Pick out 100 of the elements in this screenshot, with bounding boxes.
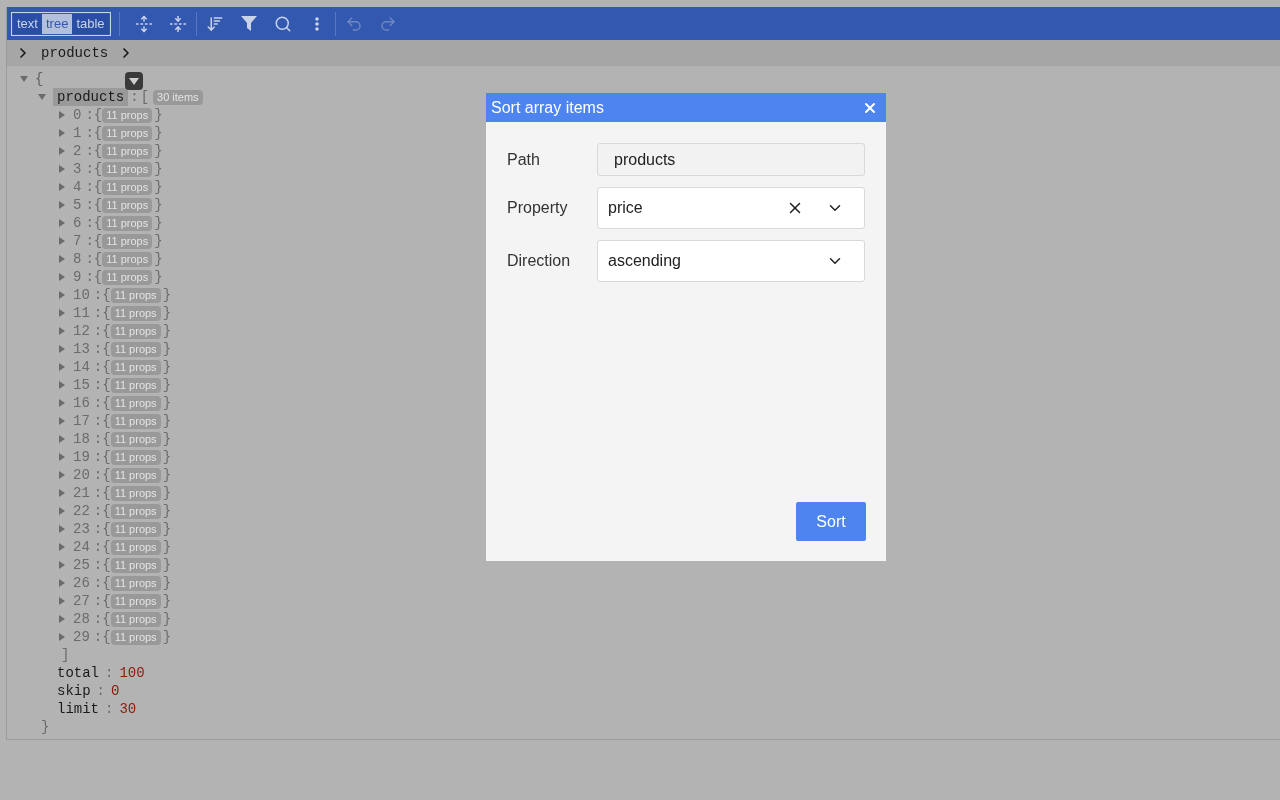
caret-right-icon[interactable] [57, 290, 67, 300]
props-count[interactable]: 11 props [110, 341, 161, 357]
caret-right-icon[interactable] [57, 542, 67, 552]
props-count[interactable]: 11 props [102, 125, 153, 141]
brace: { [102, 304, 111, 322]
array-index: 11 [73, 304, 90, 322]
tree-key[interactable]: limit [57, 700, 99, 718]
separator: : [93, 376, 103, 394]
caret-right-icon[interactable] [57, 308, 67, 318]
bracket: ] [61, 646, 70, 664]
caret-right-icon[interactable] [57, 380, 67, 390]
number-value[interactable]: 0 [111, 682, 120, 700]
caret-down-icon[interactable] [37, 92, 47, 102]
props-count[interactable]: 11 props [110, 377, 161, 393]
caret-right-icon[interactable] [57, 596, 67, 606]
select-field[interactable]: price [597, 187, 865, 229]
props-count[interactable]: 11 props [110, 575, 161, 591]
props-count[interactable]: 11 props [110, 611, 161, 627]
caret-right-icon[interactable] [57, 470, 67, 480]
separator: : [93, 502, 103, 520]
props-count[interactable]: 11 props [110, 593, 161, 609]
props-count[interactable]: 11 props [102, 197, 153, 213]
separator: : [93, 430, 103, 448]
caret-right-icon[interactable] [57, 344, 67, 354]
brace: } [154, 124, 163, 142]
tree-key[interactable]: skip [57, 682, 91, 700]
props-count[interactable]: 11 props [102, 233, 153, 249]
mode-tab[interactable]: table [72, 13, 109, 34]
tree-key[interactable]: total [57, 664, 99, 682]
brace: { [102, 466, 111, 484]
breadcrumb-item[interactable]: products [41, 42, 109, 64]
caret-right-icon[interactable] [57, 200, 67, 210]
caret-right-icon[interactable] [57, 326, 67, 336]
props-count[interactable]: 11 props [110, 323, 161, 339]
redo-icon [378, 14, 397, 33]
props-count[interactable]: 11 props [102, 107, 153, 123]
props-count[interactable]: 11 props [110, 287, 161, 303]
props-count[interactable]: 11 props [110, 413, 161, 429]
caret-right-icon[interactable] [57, 164, 67, 174]
caret-right-icon[interactable] [57, 452, 67, 462]
props-count[interactable]: 11 props [110, 359, 161, 375]
props-count[interactable]: 11 props [110, 485, 161, 501]
props-count[interactable]: 11 props [110, 395, 161, 411]
separator: : [93, 322, 103, 340]
caret-right-icon[interactable] [57, 218, 67, 228]
caret-right-icon[interactable] [57, 524, 67, 534]
props-count[interactable]: 11 props [110, 521, 161, 537]
caret-right-icon[interactable] [57, 560, 67, 570]
props-count[interactable]: 11 props [110, 557, 161, 573]
props-count[interactable]: 11 props [102, 269, 153, 285]
array-index: 21 [73, 484, 90, 502]
caret-right-icon[interactable] [57, 128, 67, 138]
array-index: 3 [73, 160, 82, 178]
props-count[interactable]: 11 props [102, 143, 153, 159]
caret-right-icon[interactable] [57, 254, 67, 264]
caret-right-icon[interactable] [57, 398, 67, 408]
props-count[interactable]: 11 props [102, 215, 153, 231]
caret-right-icon[interactable] [57, 272, 67, 282]
brace: } [41, 718, 50, 736]
props-count[interactable]: 11 props [110, 449, 161, 465]
caret-right-icon[interactable] [57, 362, 67, 372]
number-value[interactable]: 100 [119, 664, 145, 682]
caret-right-icon[interactable] [57, 614, 67, 624]
props-count[interactable]: 11 props [110, 305, 161, 321]
caret-down-icon[interactable] [19, 74, 29, 84]
caret-right-icon[interactable] [57, 110, 67, 120]
brace: } [162, 466, 172, 484]
brace: } [162, 502, 172, 520]
mode-tab[interactable]: tree [41, 13, 73, 34]
caret-right-icon[interactable] [57, 578, 67, 588]
tree-key[interactable]: products [53, 88, 129, 106]
caret-right-icon[interactable] [57, 488, 67, 498]
props-count[interactable]: 11 props [102, 179, 153, 195]
props-count[interactable]: 11 props [110, 467, 161, 483]
context-menu-button[interactable] [125, 72, 143, 90]
number-value[interactable]: 30 [119, 700, 137, 718]
separator: : [93, 394, 103, 412]
select-field[interactable]: ascending [597, 240, 865, 282]
caret-right-icon[interactable] [57, 182, 67, 192]
expand-icon [134, 14, 153, 33]
props-count[interactable]: 11 props [102, 251, 153, 267]
props-count[interactable]: 11 props [102, 161, 153, 177]
caret-right-icon[interactable] [57, 434, 67, 444]
caret-right-icon[interactable] [57, 416, 67, 426]
separator: : [105, 664, 114, 682]
item-count[interactable]: 30 items [153, 89, 203, 105]
props-count[interactable]: 11 props [110, 629, 161, 645]
sort-button[interactable]: Sort [796, 502, 866, 541]
brace: } [162, 538, 172, 556]
caret-right-icon[interactable] [57, 632, 67, 642]
caret-right-icon[interactable] [57, 236, 67, 246]
caret-right-icon[interactable] [57, 506, 67, 516]
brace: { [93, 232, 103, 250]
props-count[interactable]: 11 props [110, 503, 161, 519]
mode-tab[interactable]: text [13, 13, 42, 34]
brace: } [162, 394, 172, 412]
props-count[interactable]: 11 props [110, 431, 161, 447]
props-count[interactable]: 11 props [110, 539, 161, 555]
caret-right-icon[interactable] [57, 146, 67, 156]
path-field[interactable]: products [597, 143, 865, 176]
